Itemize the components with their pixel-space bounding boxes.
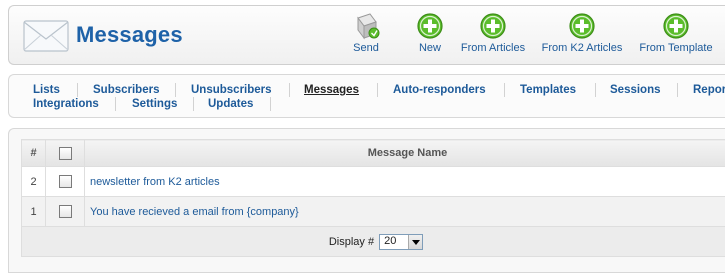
table-row: 1 You have recieved a email from {compan… [22,197,725,227]
nav-divider [115,97,116,111]
nav-divider [270,97,271,111]
from-articles-button[interactable]: From Articles [459,12,527,62]
from-articles-label: From Articles [459,42,527,54]
message-name-cell: You have recieved a email from {company} [85,197,725,227]
nav-item-messages[interactable]: Messages [304,84,359,96]
from-k2-articles-label: From K2 Articles [540,42,624,54]
nav-item-sessions[interactable]: Sessions [610,84,661,96]
send-label: Send [349,42,383,54]
message-name-link[interactable]: You have recieved a email from {company} [90,206,299,218]
nav-item-unsubscribers[interactable]: Unsubscribers [191,84,272,96]
nav-item-updates[interactable]: Updates [208,98,253,110]
plus-circle-icon [416,12,444,40]
row-select-cell [46,197,85,227]
nav-divider [193,97,194,111]
from-template-button[interactable]: From Template [639,12,713,62]
column-header-select [46,140,85,167]
row-checkbox[interactable] [59,205,72,218]
chevron-down-icon [408,235,422,249]
new-button[interactable]: New [413,12,447,62]
nav-item-reports[interactable]: Repor [693,84,725,96]
send-button[interactable]: Send [349,12,383,62]
row-number: 1 [22,197,46,227]
display-count-value: 20 [384,235,396,247]
message-name-link[interactable]: newsletter from K2 articles [90,176,220,188]
column-header-message-name[interactable]: Message Name [85,140,725,167]
nav-item-templates[interactable]: Templates [520,84,576,96]
nav-item-subscribers[interactable]: Subscribers [93,84,159,96]
send-mail-icon [352,12,380,40]
select-all-checkbox[interactable] [59,147,72,160]
nav-divider [677,83,678,97]
column-header-number: # [22,140,46,167]
messages-table: # Message Name 2 newsletter from K2 arti… [21,139,725,257]
display-count-select[interactable]: 20 [379,234,423,250]
nav-divider [289,83,290,97]
plus-circle-icon [568,12,596,40]
pagination-footer: Display # 20 [22,227,725,257]
table-row: 2 newsletter from K2 articles [22,167,725,197]
nav-item-auto-responders[interactable]: Auto-responders [393,84,486,96]
submenu: Lists Subscribers Unsubscribers Messages… [8,74,725,118]
row-number: 2 [22,167,46,197]
from-template-label: From Template [639,42,713,54]
plus-circle-icon [662,12,690,40]
plus-circle-icon [479,12,507,40]
nav-item-integrations[interactable]: Integrations [33,98,99,110]
nav-divider [77,83,78,97]
row-checkbox[interactable] [59,175,72,188]
from-k2-articles-button[interactable]: From K2 Articles [540,12,624,62]
nav-item-settings[interactable]: Settings [132,98,177,110]
nav-divider [175,83,176,97]
nav-divider [595,83,596,97]
envelope-icon [21,13,71,57]
table-header-row: # Message Name [22,140,725,167]
display-count-label: Display # [329,235,374,247]
nav-divider [377,83,378,97]
nav-item-lists[interactable]: Lists [33,84,60,96]
table-footer-row: Display # 20 [22,227,725,257]
new-label: New [413,42,447,54]
message-name-cell: newsletter from K2 articles [85,167,725,197]
nav-divider [504,83,505,97]
toolbar-header: Messages Send New From Articles [8,5,725,65]
page-title: Messages [76,22,183,48]
row-select-cell [46,167,85,197]
